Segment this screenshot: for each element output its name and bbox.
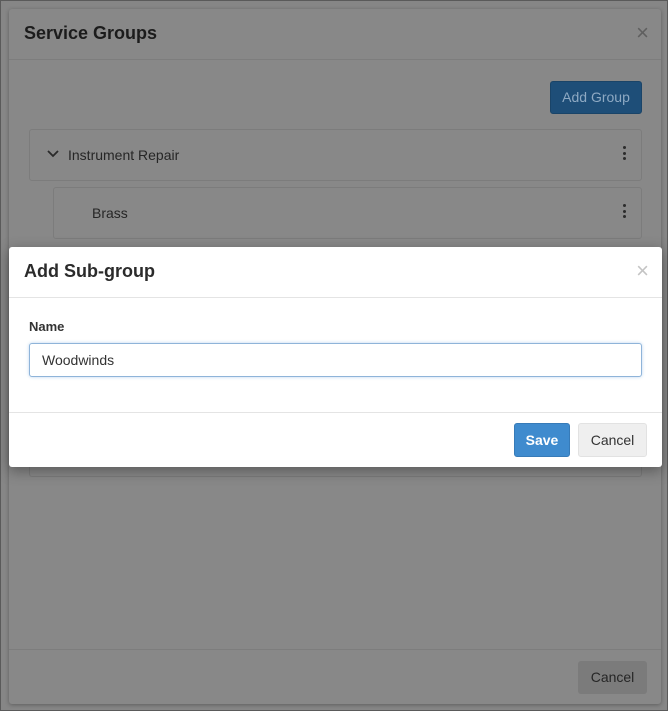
service-groups-header: Service Groups × — [9, 9, 661, 60]
subgroup-label: Brass — [92, 205, 128, 221]
service-groups-close-icon[interactable]: × — [636, 22, 649, 44]
kebab-menu-icon[interactable] — [623, 204, 627, 218]
add-subgroup-header: Add Sub-group × — [9, 247, 662, 298]
service-groups-title: Service Groups — [24, 23, 158, 43]
add-subgroup-title: Add Sub-group — [24, 261, 155, 281]
add-subgroup-close-icon[interactable]: × — [636, 260, 649, 282]
add-subgroup-modal: Add Sub-group × Name Save Cancel — [9, 247, 662, 467]
chevron-down-icon[interactable] — [46, 147, 60, 164]
subgroup-row-brass[interactable]: Brass — [53, 187, 642, 239]
group-label: Instrument Repair — [68, 147, 180, 163]
name-input[interactable] — [29, 343, 642, 377]
name-field-label: Name — [29, 319, 65, 334]
save-button[interactable]: Save — [514, 423, 570, 457]
cancel-button[interactable]: Cancel — [578, 423, 647, 457]
add-group-button[interactable]: Add Group — [550, 81, 642, 114]
service-groups-footer: Cancel — [9, 649, 661, 704]
kebab-menu-icon[interactable] — [623, 146, 627, 160]
window-frame: Service Groups × Add Group Instrument Re… — [0, 0, 668, 711]
add-subgroup-footer: Save Cancel — [9, 412, 662, 467]
group-row-instrument-repair[interactable]: Instrument Repair — [29, 129, 642, 181]
service-groups-cancel-button[interactable]: Cancel — [578, 661, 647, 694]
